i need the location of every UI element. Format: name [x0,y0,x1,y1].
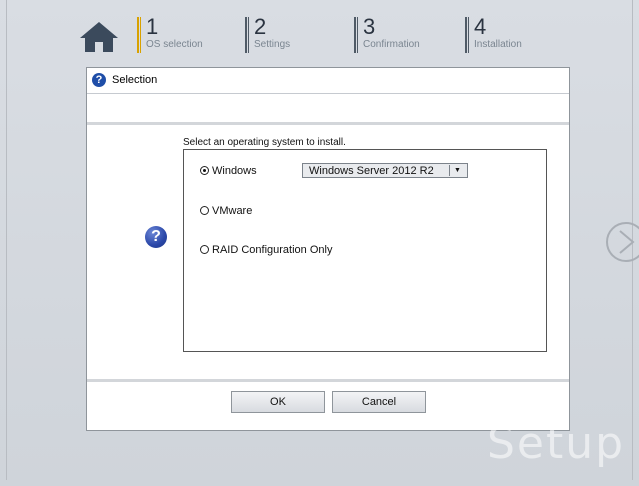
option-label: VMware [212,205,253,217]
setup-watermark: Setup [487,418,626,469]
divider [87,379,569,382]
step-indicator-bar [354,17,358,53]
option-label: Windows [212,165,257,177]
step-number: 1 [146,14,159,39]
option-raid[interactable]: RAID Configuration Only [200,244,332,256]
step-number: 3 [363,14,376,39]
dropdown-arrow-icon[interactable]: ▼ [449,165,465,176]
dialog-titlebar: ? Selection [87,68,569,94]
step-indicator-bar [245,17,249,53]
step-number: 4 [474,14,487,39]
step-label: Confirmation [363,39,420,50]
option-label: RAID Configuration Only [212,244,333,256]
radio-button[interactable] [200,166,209,175]
step-indicator-bar [465,17,469,53]
step-indicator-bar [137,17,141,53]
radio-button[interactable] [200,206,209,215]
cancel-button[interactable]: Cancel [332,391,426,413]
step-label: Installation [474,39,522,50]
step-number: 2 [254,14,267,39]
home-icon[interactable] [78,20,120,54]
os-options-group: Windows Windows Server 2012 R2 ▼ VMware … [183,149,547,352]
select-value: Windows Server 2012 R2 [309,165,434,177]
instruction-text: Select an operating system to install. [183,137,346,148]
dialog-title: Selection [112,74,158,86]
ok-button[interactable]: OK [231,391,325,413]
radio-button[interactable] [200,245,209,254]
divider [87,122,569,125]
next-arrow-icon[interactable] [604,220,639,264]
step-label: OS selection [146,39,203,50]
option-windows[interactable]: Windows [200,165,257,177]
help-icon: ? [92,73,106,87]
selection-dialog: ? Selection ? Select an operating system… [86,67,570,431]
option-vmware[interactable]: VMware [200,205,252,217]
step-label: Settings [254,39,291,50]
os-version-select[interactable]: Windows Server 2012 R2 ▼ [302,163,468,178]
help-icon: ? [145,226,167,248]
